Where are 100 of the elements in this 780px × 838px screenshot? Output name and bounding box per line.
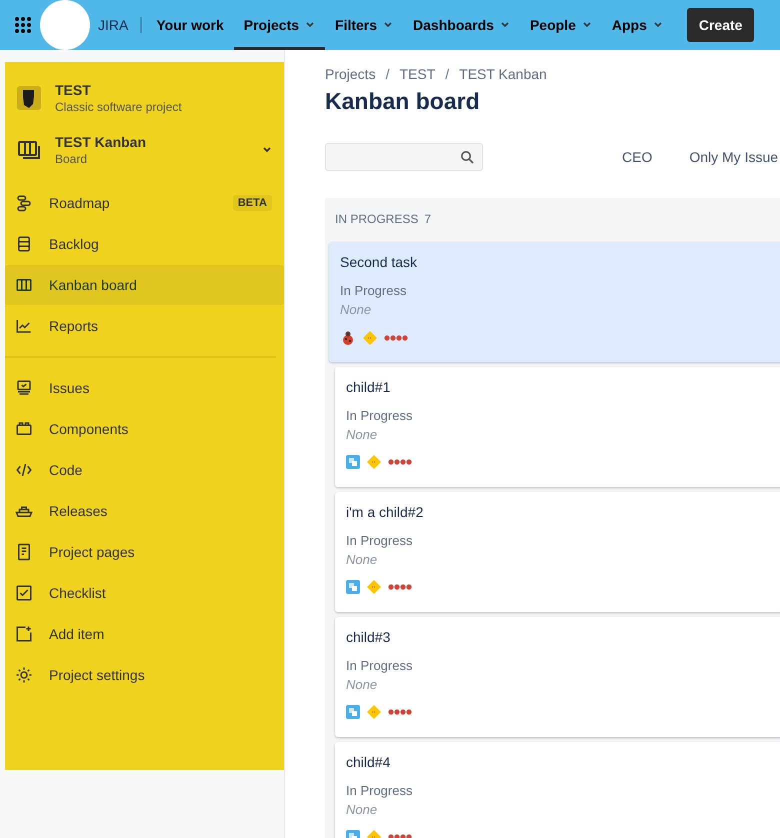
dots-icon (388, 709, 412, 715)
sidebar-item[interactable]: Reports (5, 306, 284, 346)
chevron-down-icon (383, 20, 394, 30)
breadcrumb-separator: / (384, 66, 390, 82)
issue-card[interactable]: i'm a child#2 In Progress None (335, 492, 780, 612)
sidebar-item[interactable]: Releases (5, 491, 284, 531)
beta-badge: BETA (232, 195, 272, 211)
chevron-down-icon (582, 20, 592, 30)
issue-status: In Progress (346, 533, 414, 548)
board-icon (17, 138, 41, 162)
issue-card[interactable]: child#4 In Progress None (335, 742, 780, 838)
issue-field-value: None (346, 677, 378, 692)
issue-field-value: None (346, 427, 378, 442)
sidebar-item[interactable]: Add item (5, 614, 284, 654)
board-type: Board (55, 152, 88, 166)
issue-summary: child#4 (346, 754, 392, 770)
subtask-icon (346, 705, 360, 719)
priority-icon (363, 331, 377, 345)
sidebar-item-label: Components (49, 421, 128, 437)
quick-filter[interactable]: Only My Issue (689, 149, 778, 165)
sidebar-item-label: Reports (49, 318, 98, 334)
sidebar-item-label: Code (49, 462, 82, 478)
sidebar-item-label: Roadmap (49, 195, 110, 211)
nav-menu-item[interactable]: Filters (325, 0, 404, 50)
issue-card[interactable]: Second task In Progress None (329, 242, 780, 362)
nav-menu-item[interactable]: Apps (602, 0, 673, 50)
subtask-icon (346, 580, 360, 594)
project-avatar-icon (17, 86, 41, 110)
project-name: TEST (55, 82, 92, 98)
issue-field-value: None (346, 552, 378, 567)
nav-menu-item[interactable]: Your work (146, 0, 234, 50)
product-name[interactable]: JIRA (98, 17, 142, 33)
subtask-icon (346, 455, 360, 469)
issue-field-value: None (340, 302, 372, 317)
search-icon (460, 150, 474, 164)
page-icon (15, 543, 33, 561)
columns-icon (15, 276, 33, 294)
dots-icon (388, 459, 412, 465)
sidebar-item-label: Backlog (49, 236, 99, 252)
sidebar-item[interactable]: Checklist (5, 573, 284, 613)
sidebar-item-label: Releases (49, 503, 108, 519)
issue-status: In Progress (346, 408, 414, 423)
issue-status: In Progress (346, 658, 414, 673)
sidebar-item-label: Add item (49, 626, 104, 642)
sidebar-item[interactable]: Kanban board (5, 265, 284, 305)
sidebar-item[interactable]: Project pages (5, 532, 284, 572)
chevron-down-icon (500, 20, 510, 30)
chevron-icon[interactable] (262, 145, 272, 155)
issue-field-value: None (346, 802, 378, 817)
nav-menu-item[interactable]: Dashboards (403, 0, 520, 50)
issue-card[interactable]: child#1 In Progress None (335, 367, 780, 487)
add-page-icon (15, 625, 33, 643)
sidebar-item[interactable]: Backlog (5, 224, 284, 264)
nav-menu-item[interactable]: People (520, 0, 602, 50)
issue-count: 7 (424, 212, 432, 226)
board-name[interactable]: TEST Kanban (55, 134, 248, 150)
bug-icon (340, 330, 356, 346)
sidebar-item[interactable]: Code (5, 450, 284, 490)
settings-icon (15, 666, 33, 684)
project-type: Classic software project (55, 100, 182, 114)
dots-icon (384, 335, 408, 341)
breadcrumb-separator: / (444, 66, 450, 82)
checkbox-icon (15, 584, 33, 602)
quick-filter[interactable]: CEO (622, 149, 652, 165)
issue-summary: child#3 (346, 629, 392, 645)
sidebar-item[interactable]: Issues (5, 368, 284, 408)
app-switcher-icon[interactable] (14, 16, 32, 34)
sidebar-item[interactable]: Components (5, 409, 284, 449)
sidebar-item-label: Checklist (49, 585, 106, 601)
issue-summary: child#1 (346, 379, 392, 395)
chevron-down-icon (305, 20, 316, 30)
chevron-down-icon (652, 20, 663, 30)
issue-summary: Second task (340, 254, 418, 270)
stack-icon (15, 235, 33, 253)
search-field[interactable] (325, 143, 483, 171)
breadcrumb-link[interactable]: TEST (399, 66, 436, 82)
issue-status: In Progress (340, 283, 408, 298)
roadmap-icon (15, 194, 33, 212)
chart-icon (15, 317, 33, 335)
issue-card[interactable]: child#3 In Progress None (335, 617, 780, 737)
issue-summary: i'm a child#2 (346, 504, 424, 520)
sidebar-item-label: Issues (49, 380, 90, 396)
breadcrumb-link[interactable]: TEST Kanban (459, 66, 547, 82)
sidebar-item-label: Kanban board (49, 277, 137, 293)
column-title: IN PROGRESS (335, 212, 418, 226)
issue-status: In Progress (346, 783, 414, 798)
sidebar-item[interactable]: Project settings (5, 655, 284, 695)
priority-icon (367, 580, 381, 594)
page-title: Kanban board (325, 88, 481, 115)
priority-icon (367, 455, 381, 469)
monitor-check-icon (15, 379, 33, 397)
components-icon (15, 420, 33, 438)
code-icon (15, 461, 33, 479)
sidebar-item-label: Project pages (49, 544, 135, 560)
nav-menu-item[interactable]: Projects (234, 0, 326, 50)
breadcrumb-link[interactable]: Projects (325, 66, 376, 82)
create-button[interactable]: Create (686, 8, 754, 42)
priority-icon (367, 705, 381, 719)
sidebar-item[interactable]: Roadmap BETA (5, 183, 284, 223)
dots-icon (388, 584, 412, 590)
